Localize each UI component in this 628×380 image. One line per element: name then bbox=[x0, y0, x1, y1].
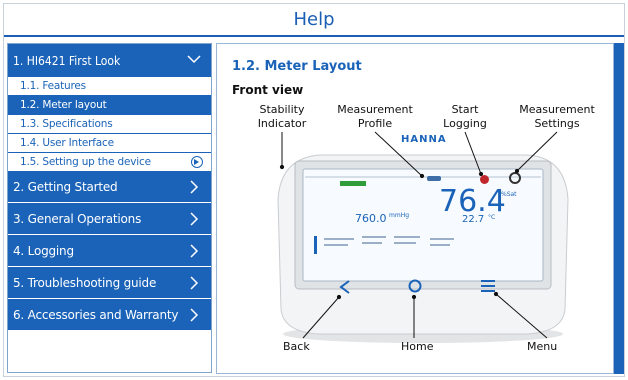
callout-back: Back bbox=[283, 340, 310, 353]
screen-text-line bbox=[362, 242, 382, 244]
sidebar-sub-item-specifications[interactable]: 1.3. Specifications bbox=[8, 115, 211, 134]
scrollbar[interactable] bbox=[614, 43, 624, 374]
chevron-right-icon bbox=[190, 212, 199, 226]
screen-text-line bbox=[430, 238, 454, 240]
sidebar-sub-item-label: 1.1. Features bbox=[20, 80, 86, 92]
sidebar-sub-item-label: 1.5. Setting up the device bbox=[20, 156, 151, 168]
sidebar: 1. HI6421 First Look 1.1. Features 1.2. … bbox=[7, 43, 212, 373]
content-pane: 1.2. Meter Layout Front view Stability I… bbox=[216, 43, 614, 374]
sidebar-section-first-look[interactable]: 1. HI6421 First Look bbox=[8, 44, 211, 77]
window-title: Help bbox=[293, 9, 335, 30]
sidebar-item-accessories-warranty[interactable]: 6. Accessories and Warranty bbox=[8, 299, 211, 331]
home-button[interactable] bbox=[407, 278, 423, 294]
sidebar-item-label: 6. Accessories and Warranty bbox=[13, 307, 179, 322]
play-circle-icon bbox=[191, 156, 203, 168]
sidebar-item-label: 5. Troubleshooting guide bbox=[13, 275, 157, 290]
brand-logo: HANNA bbox=[401, 134, 447, 145]
callout-text: Measurement Settings bbox=[519, 103, 595, 130]
callout-stability-indicator: Stability Indicator bbox=[247, 103, 317, 131]
sidebar-item-getting-started[interactable]: 2. Getting Started bbox=[8, 171, 211, 203]
screen-text-line bbox=[394, 236, 420, 238]
chevron-down-icon bbox=[187, 55, 201, 64]
sidebar-sub-item-label: 1.3. Specifications bbox=[20, 118, 113, 130]
callout-home: Home bbox=[401, 340, 434, 353]
main-unit: %Sat bbox=[501, 191, 517, 198]
callout-menu: Menu bbox=[527, 340, 558, 353]
secondary-unit: mmHg bbox=[389, 212, 410, 219]
chevron-right-icon bbox=[190, 180, 199, 194]
screen-text-line bbox=[324, 238, 354, 240]
sidebar-nav-list: 2. Getting Started 3. General Operations… bbox=[8, 171, 211, 331]
screen-text-line bbox=[394, 242, 416, 244]
stability-indicator bbox=[340, 181, 366, 186]
sidebar-item-logging[interactable]: 4. Logging bbox=[8, 235, 211, 267]
menu-button[interactable] bbox=[480, 279, 496, 293]
page-subtitle: Front view bbox=[232, 83, 304, 97]
gear-icon[interactable] bbox=[509, 172, 521, 184]
callout-text: Measurement Profile bbox=[337, 103, 413, 130]
page-title: 1.2. Meter Layout bbox=[232, 59, 362, 74]
sidebar-item-troubleshooting[interactable]: 5. Troubleshooting guide bbox=[8, 267, 211, 299]
sidebar-section-label: 1. HI6421 First Look bbox=[13, 53, 121, 68]
back-button[interactable] bbox=[338, 279, 352, 295]
chevron-right-icon bbox=[190, 244, 199, 258]
screen-scale-bar bbox=[314, 236, 317, 254]
sidebar-item-label: 2. Getting Started bbox=[13, 179, 118, 194]
title-bar: Help bbox=[4, 4, 624, 37]
callout-measurement-settings: Measurement Settings bbox=[516, 103, 598, 131]
secondary-reading-value: 760.0 bbox=[355, 212, 387, 225]
temperature-value: 22.7 bbox=[462, 214, 485, 225]
sidebar-sub-item-meter-layout[interactable]: 1.2. Meter layout bbox=[8, 96, 211, 115]
sidebar-sub-item-label: 1.4. User Interface bbox=[20, 137, 114, 149]
sidebar-sub-item-features[interactable]: 1.1. Features bbox=[8, 77, 211, 96]
sidebar-sub-item-user-interface[interactable]: 1.4. User Interface bbox=[8, 134, 211, 153]
temperature-reading: 22.7 bbox=[462, 214, 484, 225]
sidebar-item-general-operations[interactable]: 3. General Operations bbox=[8, 203, 211, 235]
screen-text-line bbox=[362, 236, 386, 238]
chevron-right-icon bbox=[190, 276, 199, 290]
sidebar-item-label: 4. Logging bbox=[13, 243, 74, 258]
brand-text: HANNA bbox=[401, 134, 447, 145]
sidebar-sub-item-setting-up[interactable]: 1.5. Setting up the device bbox=[8, 153, 211, 172]
callout-text: Start Logging bbox=[443, 103, 487, 130]
secondary-reading: 760.0 bbox=[355, 212, 387, 225]
screen-text-line bbox=[324, 244, 348, 246]
log-record-icon[interactable] bbox=[480, 175, 489, 184]
chevron-right-icon bbox=[190, 308, 199, 322]
screen-text-line bbox=[430, 244, 450, 246]
callout-measurement-profile: Measurement Profile bbox=[334, 103, 416, 131]
callout-start-logging: Start Logging bbox=[435, 103, 495, 131]
screen-info-rows bbox=[314, 232, 504, 254]
profile-icon bbox=[427, 176, 441, 181]
sidebar-sub-item-label: 1.2. Meter layout bbox=[20, 99, 107, 111]
sidebar-sub-list: 1.1. Features 1.2. Meter layout 1.3. Spe… bbox=[8, 77, 211, 172]
sidebar-item-label: 3. General Operations bbox=[13, 211, 142, 226]
temperature-unit: °C bbox=[488, 214, 496, 221]
callout-text: Stability Indicator bbox=[257, 103, 307, 130]
